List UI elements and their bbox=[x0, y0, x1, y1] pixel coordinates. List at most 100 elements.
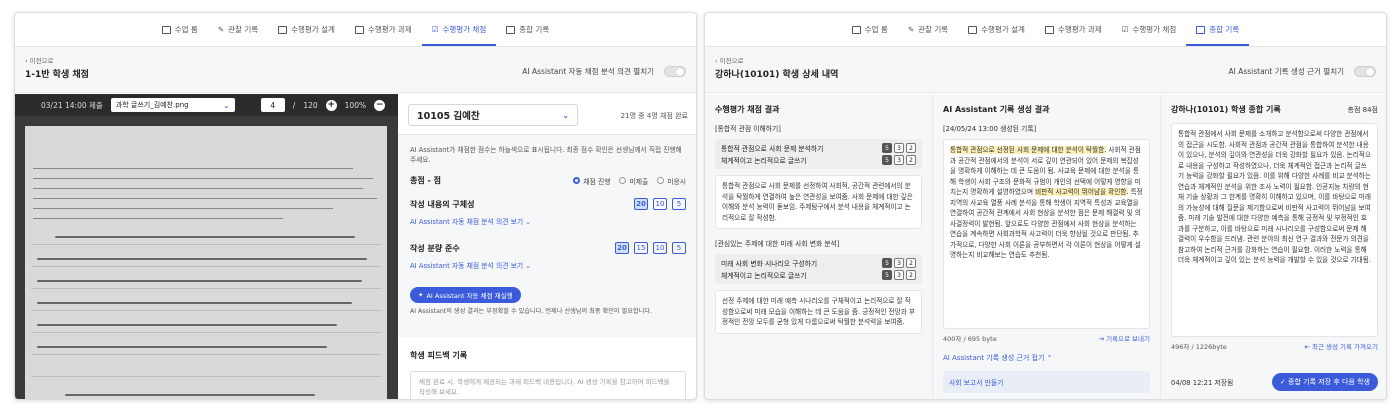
tab-assessment-design[interactable]: 수행평가 설계 bbox=[958, 24, 1035, 46]
score-option[interactable]: 10 bbox=[653, 198, 667, 210]
ruled-line bbox=[31, 266, 381, 267]
total-row: 총점 - 점 채점 진행 미제출 미응시 bbox=[410, 175, 686, 186]
fetch-recent-button[interactable]: ⇤ 최근 생성 기록 가져오기 bbox=[1304, 341, 1378, 351]
ai-toggle-label: AI Assistant 기록 생성 근거 펼치기 bbox=[1228, 67, 1344, 76]
score-option[interactable]: 20 bbox=[615, 242, 629, 254]
score-option[interactable]: 10 bbox=[653, 242, 667, 254]
back-link[interactable]: ‹ 이전으로 bbox=[25, 55, 54, 65]
zoom-in-icon[interactable]: + bbox=[325, 99, 337, 111]
tab-assessment-grading[interactable]: ☑ 수행평가 채점 bbox=[421, 24, 497, 46]
tab-label: 수행평가 설계 bbox=[981, 25, 1025, 34]
criterion-row: 통합적 관점으로 사회 문제 분석하기 5 3 2 bbox=[721, 142, 916, 154]
button-label: 기록으로 보내기 bbox=[1106, 335, 1150, 343]
ai-opinion-link[interactable]: AI Assistant 자동 채점 분석 의견 보기 ⌄ bbox=[410, 216, 686, 226]
tab-assessment-design[interactable]: 수행평가 설계 bbox=[268, 24, 345, 46]
radio-dot bbox=[619, 177, 627, 184]
criterion-row: 체계적이고 논리적으로 글쓰기 5 3 2 bbox=[721, 269, 916, 281]
score-box: 5 bbox=[882, 143, 892, 153]
summary-record-column: 강하나(10101) 학생 종합 기록 총점 84점 통합적 관점에서 사회 문… bbox=[1161, 94, 1386, 399]
ai-rerun-button[interactable]: ✦ AI Assistant 자동 채점 재실행 bbox=[410, 287, 521, 303]
tab-label: 수행평가 설계 bbox=[291, 25, 335, 34]
summary-record-input[interactable]: 통합적 관점에서 사회 문제를 소개하고 분석함으로써 다양한 관점에서의 접근… bbox=[1171, 123, 1378, 337]
tab-classroom[interactable]: 수업 룸 bbox=[842, 24, 898, 46]
print-line bbox=[33, 218, 283, 219]
radio-in-progress[interactable]: 채점 진행 bbox=[573, 176, 610, 186]
tab-summary-record[interactable]: 종합 기록 bbox=[496, 24, 559, 46]
subheader: ‹ 이전으로 1-1반 학생 채점 AI Assistant 자동 채점 분석 … bbox=[15, 47, 696, 93]
fold-basis-link[interactable]: AI Assistant 기록 생성 근거 접기 ⌃ bbox=[943, 353, 1150, 363]
student-select[interactable]: 10105 김예찬 ⌄ bbox=[408, 104, 578, 126]
print-line bbox=[33, 178, 373, 179]
radio-dot bbox=[657, 177, 665, 184]
send-to-record-button[interactable]: ⇥ 기록으로 보내기 bbox=[1099, 333, 1150, 343]
ai-record-text: 통합적 관점으로 선정된 사회 문제에 대한 분석이 탁월함. 사회적 관점과 … bbox=[943, 139, 1150, 329]
radio-dot bbox=[573, 177, 581, 184]
handwriting bbox=[37, 346, 327, 348]
tab-assessment-task[interactable]: 수행평가 과제 bbox=[1035, 24, 1112, 46]
handwriting bbox=[55, 236, 355, 238]
record-text: 특정 지역의 사교육 열풍 사례 분석을 통해 학생이 지역적 특성과 교육열을… bbox=[950, 188, 1143, 259]
tab-observation[interactable]: ✎ 관찰 기록 bbox=[898, 24, 958, 46]
tab-summary-record[interactable]: 종합 기록 bbox=[1186, 24, 1250, 46]
score-option[interactable]: 5 bbox=[672, 242, 686, 254]
ai-opinion-link[interactable]: AI Assistant 자동 채점 분석 의견 보기 ⌄ bbox=[410, 260, 686, 270]
ai-disclaimer: AI Assistant의 생성 결과는 부정확할 수 있습니다. 언제나 선생… bbox=[410, 308, 652, 315]
score-box: 5 bbox=[882, 258, 892, 268]
ruled-line bbox=[31, 332, 381, 333]
checklist-icon bbox=[278, 25, 288, 34]
tab-label: 수행평가 채점 bbox=[1132, 25, 1177, 34]
top-nav: 수업 룸 ✎ 관찰 기록 수행평가 설계 수행평가 과제 ☑ 수행평가 채점 종합 … bbox=[705, 13, 1386, 47]
save-next-button[interactable]: ✓ 종합 기록 저장 후 다음 학생 bbox=[1271, 373, 1378, 391]
pen-icon: ✎ bbox=[907, 25, 915, 34]
section-title: [통합적 관점 이해하기] bbox=[715, 125, 781, 133]
radio-label: 미응시 bbox=[667, 177, 686, 186]
ai-toggle-switch[interactable] bbox=[1354, 66, 1376, 77]
status-radios: 채점 진행 미제출 미응시 bbox=[573, 176, 686, 186]
column-title: AI Assistant 기록 생성 결과 bbox=[943, 105, 1050, 114]
criterion-label: 작성 분량 준수 bbox=[410, 243, 460, 253]
score-option[interactable]: 15 bbox=[634, 242, 648, 254]
pen-icon: ✎ bbox=[217, 25, 225, 34]
score-box: 2 bbox=[906, 155, 916, 165]
document-viewer: 03/21 14:00 제출 과학 글쓰기_김예찬.png ⌄ 4 / 120 +… bbox=[15, 94, 398, 399]
column-title: 강하나(10101) 학생 종합 기록 bbox=[1171, 105, 1281, 114]
handwriting bbox=[37, 280, 362, 282]
tab-assessment-grading[interactable]: ☑ 수행평가 채점 bbox=[1112, 24, 1187, 46]
criterion-label: 통합적 관점으로 사회 문제 분석하기 bbox=[721, 145, 824, 153]
viewer-toolbar: 03/21 14:00 제출 과학 글쓰기_김예찬.png ⌄ 4 / 120 +… bbox=[15, 94, 398, 116]
column-header: 강하나(10101) 학생 종합 기록 총점 84점 bbox=[1171, 104, 1378, 115]
score-boxes: 532 bbox=[882, 143, 916, 153]
criteria-box: 통합적 관점으로 사회 문제 분석하기 5 3 2 체계적이고 논리적으로 글쓰기 5 3… bbox=[715, 139, 922, 169]
record-footer: 496자 / 1226byte ⇤ 최근 생성 기록 가져오기 bbox=[1171, 341, 1378, 351]
page-input[interactable]: 4 bbox=[260, 98, 285, 112]
button-label: AI Assistant 자동 채점 재실행 bbox=[426, 292, 513, 300]
file-select[interactable]: 과학 글쓰기_김예찬.png ⌄ bbox=[110, 98, 235, 112]
tab-observation[interactable]: ✎ 관찰 기록 bbox=[208, 24, 268, 46]
print-line bbox=[33, 198, 377, 199]
zoom-out-icon[interactable]: − bbox=[374, 99, 386, 111]
tab-label: 수행평가 과제 bbox=[1057, 25, 1102, 34]
criterion-label: 미래 사회 변화 시나리오 구성하기 bbox=[721, 260, 818, 268]
score-option[interactable]: 5 bbox=[672, 198, 686, 210]
total-score: 총점 - 점 bbox=[410, 176, 441, 185]
feedback-input[interactable]: 채점 완료 시, 학생에게 제공되는 과제 피드백 내용입니다. AI 생성 기… bbox=[410, 371, 686, 399]
chevron-up-icon: ⌃ bbox=[1046, 354, 1053, 362]
radio-not-submitted[interactable]: 미제출 bbox=[619, 176, 648, 186]
radio-absent[interactable]: 미응시 bbox=[657, 176, 686, 186]
tab-classroom[interactable]: 수업 룸 bbox=[152, 24, 208, 46]
score-box: 5 bbox=[882, 270, 892, 280]
ai-toggle-row: AI Assistant 기록 생성 근거 펼치기 bbox=[1228, 66, 1376, 77]
back-label: 이전으로 bbox=[29, 57, 54, 65]
score-option[interactable]: 20 bbox=[634, 198, 648, 210]
sparkle-icon: ✦ bbox=[418, 291, 424, 299]
basis-box: 사회 보고서 만들기 bbox=[943, 371, 1150, 393]
score-box: 3 bbox=[894, 270, 904, 280]
ai-button-wrap: ✦ AI Assistant 자동 채점 재실행 bbox=[410, 282, 686, 303]
button-label: 최근 생성 기록 가져오기 bbox=[1312, 343, 1378, 351]
tab-assessment-task[interactable]: 수행평가 과제 bbox=[345, 24, 422, 46]
handwriting bbox=[37, 324, 337, 326]
back-link[interactable]: ‹ 이전으로 bbox=[715, 55, 744, 65]
print-line bbox=[33, 188, 363, 189]
criterion-row: 작성 분량 준수 20 15 10 5 bbox=[410, 242, 686, 254]
ai-toggle-switch[interactable] bbox=[664, 66, 686, 77]
